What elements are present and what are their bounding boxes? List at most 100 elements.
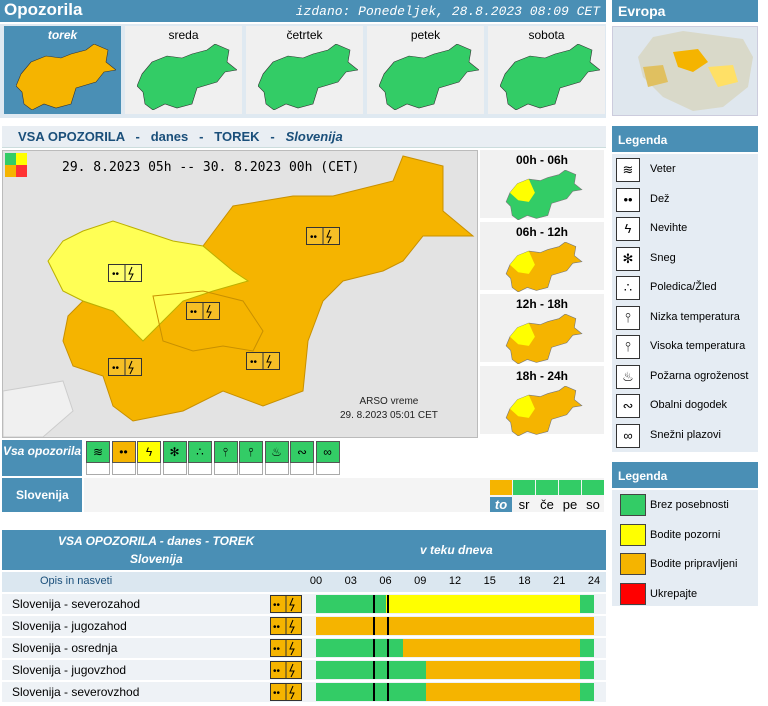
avalanche-icon[interactable]: ∞ [315,441,340,463]
credit-date: 29. 8.2023 05:01 CET [340,410,438,421]
region-warning-icons: •• [270,683,302,701]
legend-type-item: ✻ Sneg [616,245,756,273]
time-marker [386,595,389,613]
day-tab-če[interactable]: če [536,497,558,512]
legend-type-label: Snežni plazovi [650,428,721,441]
day-map-icon [15,43,117,113]
svg-text:••: •• [273,600,281,611]
period-2[interactable]: 12h - 18h [480,294,604,365]
wind-icon: ≋ [616,158,640,182]
period-3[interactable]: 18h - 24h [480,366,604,439]
table-row[interactable]: Slovenija - jugozahod •• [2,616,606,637]
table-row[interactable]: Slovenija - severozahod •• [2,594,606,615]
ice-icon[interactable]: ∴ [188,441,212,463]
day-tab-4[interactable]: sobota [488,26,605,114]
hour-label: 09 [414,575,427,587]
coastal-icon: ∾ [616,394,640,418]
legend-type-label: Nizka temperatura [650,310,740,323]
map-warning-icon[interactable]: •• [306,227,340,245]
table-row[interactable]: Slovenija - severovzhod •• [2,682,606,703]
timeline-segment [580,595,594,613]
level-swatch [620,553,646,575]
map-warning-icon[interactable]: •• [108,264,142,282]
timeline-segment [385,595,581,613]
map-warning-icon[interactable]: •• [246,352,280,370]
thunderstorm-icon: ϟ [616,217,640,241]
day-map-icon [136,43,238,113]
time-marker [372,639,375,657]
timeline-segment [316,661,427,679]
period-map-icon [502,385,586,439]
map-warning-icon[interactable]: •• [108,358,142,376]
types-label: Vsa opozorila [2,440,82,476]
type-cell-below [86,463,110,475]
legend-type-label: Visoka temperatura [650,340,746,352]
svg-text:••: •• [112,363,120,374]
hour-label: 03 [344,575,357,587]
avalanche-icon: ∞ [616,423,640,448]
color-key-icon [5,153,27,177]
region-warning-icons: •• [270,639,302,657]
day-tab-3[interactable]: petek [367,26,484,114]
europe-map-thumbnail[interactable] [612,26,758,116]
region-name: Slovenija - osrednja [12,641,118,655]
high-temp-icon[interactable]: ⫯ [239,441,263,463]
legend-type-item: ∴ Poledica/Žled [616,274,756,302]
rain-icon[interactable]: •• [111,441,136,463]
hour-label: 06 [379,575,392,587]
day-tab-sr[interactable]: sr [513,497,535,512]
table-header: VSA OPOZORILA - danes - TOREK Slovenija … [2,530,606,570]
legend-type-item: ∞ Snežni plazovi [616,422,756,450]
timeline-segment [316,595,386,613]
time-marker [372,595,375,613]
opis-link[interactable]: Opis in nasveti [40,575,112,587]
section-d: Slovenija [285,129,343,144]
thunderstorm-icon[interactable]: ϟ [137,441,161,463]
map-warning-icon[interactable]: •• [186,302,220,320]
table-row[interactable]: Slovenija - osrednja •• [2,638,606,659]
table-row[interactable]: Slovenija - jugovzhod •• [2,660,606,681]
section-a: VSA OPOZORILA [18,129,125,144]
legend-level-label: Bodite pripravljeni [650,558,738,570]
table-subtitle: Slovenija [130,552,183,566]
day-tab-0[interactable]: torek [4,26,121,114]
timeline-segment [402,639,581,657]
coastal-icon[interactable]: ∾ [290,441,314,463]
period-1[interactable]: 06h - 12h [480,222,604,293]
day-tab-1[interactable]: sreda [125,26,242,114]
low-temp-icon[interactable]: ⫯ [213,441,238,463]
day-level-cell [582,480,604,495]
legend-level-label: Bodite pozorni [650,528,721,541]
day-tab-so[interactable]: so [582,497,604,512]
snow-icon[interactable]: ✻ [162,441,187,463]
region-warning-icons: •• [270,617,302,635]
legend-type-label: Obalni dogodek [650,399,728,411]
low-temp-icon: ⫯ [616,305,640,330]
day-tab-pe[interactable]: pe [559,497,581,512]
svg-text:••: •• [273,644,281,655]
legend-type-label: Požarna ogroženost [650,369,749,382]
day-tab-2[interactable]: četrtek [246,26,363,114]
time-marker [386,639,389,657]
region-name: Slovenija - jugovzhod [12,663,127,677]
time-marker [386,661,389,679]
svg-text:••: •• [273,688,281,699]
wind-icon[interactable]: ≋ [86,441,110,463]
svg-text:••: •• [310,232,318,243]
ice-icon: ∴ [616,276,640,300]
period-0[interactable]: 00h - 06h [480,150,604,221]
legend-level-item: Brez posebnosti [616,492,756,520]
section-sep-1: - [135,129,140,144]
day-tab-to[interactable]: to [490,497,512,512]
legend-level-label: Brez posebnosti [650,499,729,511]
svg-text:••: •• [250,357,258,368]
legend-type-item: ∾ Obalni dogodek [616,392,756,420]
fire-icon[interactable]: ♨ [264,441,289,463]
section-b: danes [150,129,189,144]
legend-type-item: •• Dež [616,186,756,214]
legend-type-item: ⫯ Visoka temperatura [616,333,756,361]
day-map-icon [499,43,601,113]
day-label: četrtek [286,28,323,42]
type-cell-below [188,463,212,475]
period-panel: 00h - 06h 06h - 12h 12h - 18h 18h - 24h [480,150,604,438]
